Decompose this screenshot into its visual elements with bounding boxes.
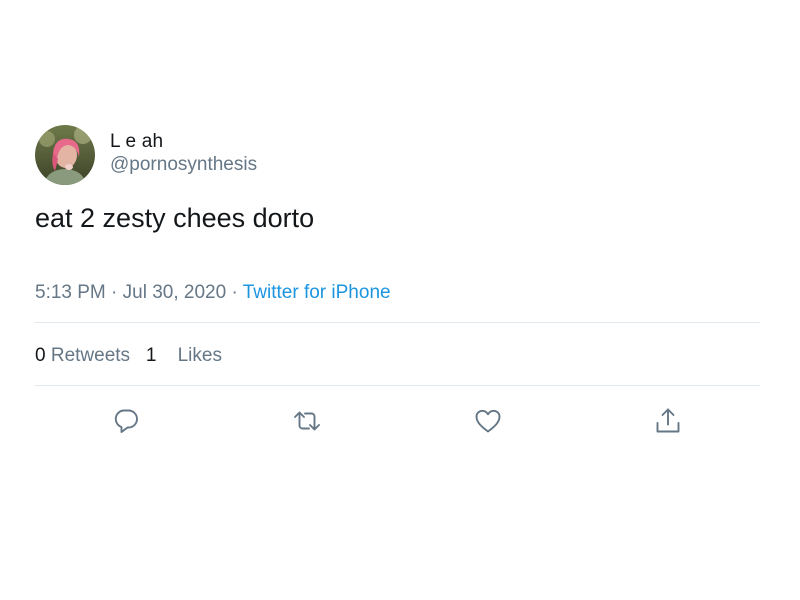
reply-button[interactable] [111,406,141,436]
likes-stat[interactable]: 1 Likes [146,345,222,366]
divider [35,322,760,323]
author-display-name[interactable]: L e ah [110,131,257,153]
likes-count: 1 [145,345,157,366]
meta-separator: · [105,282,123,303]
likes-label: Likes [177,345,222,366]
avatar[interactable] [35,125,95,185]
divider [35,385,760,386]
retweets-label: Retweets [50,345,131,366]
tweet-time[interactable]: 5:13 PM [35,282,106,303]
tweet-meta: 5:13 PM · Jul 30, 2020 · Twitter for iPh… [35,281,391,305]
tweet-actions [35,406,760,436]
meta-separator-2: · [226,282,243,303]
retweet-icon [294,411,320,431]
author-handle[interactable]: @pornosynthesis [110,153,257,177]
reply-icon [114,409,138,433]
tweet-source-link[interactable]: Twitter for iPhone [243,282,391,303]
retweets-count: 0 [35,345,46,366]
retweets-stat[interactable]: 0 Retweets [35,345,130,366]
like-icon [475,409,501,433]
share-icon [656,408,680,433]
tweet-stats: 0 Retweets 1 Likes [35,344,222,368]
tweet-author[interactable]: L e ah @pornosynthesis [35,125,760,187]
author-names: L e ah @pornosynthesis [110,125,257,177]
tweet-date[interactable]: Jul 30, 2020 [123,282,227,303]
tweet-card: L e ah @pornosynthesis eat 2 zesty chees… [35,125,760,433]
share-button[interactable] [653,406,683,436]
tweet-text: eat 2 zesty chees dorto [35,203,315,233]
like-button[interactable] [473,406,503,436]
retweet-button[interactable] [292,406,322,436]
